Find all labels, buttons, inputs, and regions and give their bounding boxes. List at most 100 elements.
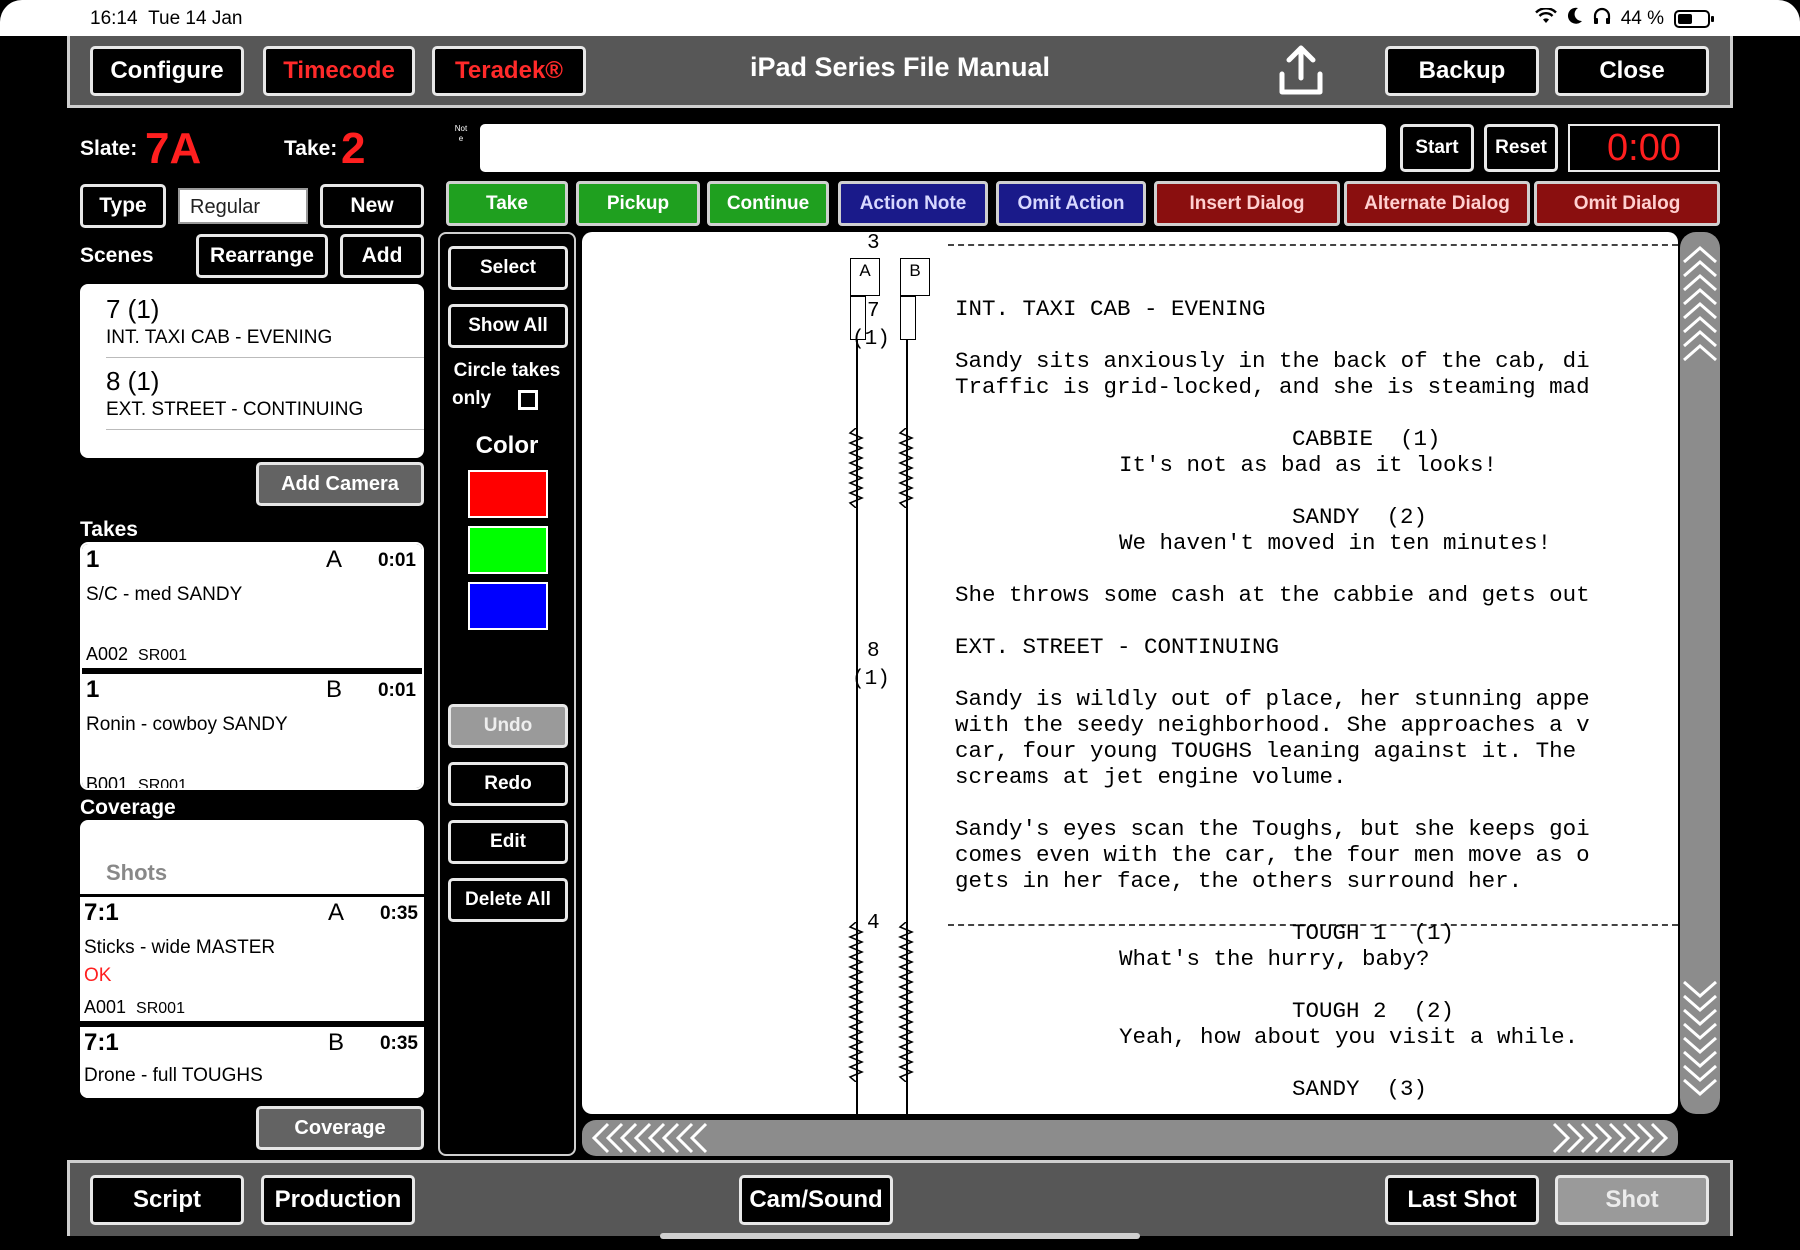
color-label: Color xyxy=(475,432,539,459)
scroll-up-chevrons-icon[interactable] xyxy=(1682,240,1718,370)
new-button[interactable]: New xyxy=(320,184,424,228)
show-all-button[interactable]: Show All xyxy=(448,304,568,348)
camera-b-label[interactable]: B xyxy=(900,258,930,296)
undo-button[interactable]: Undo xyxy=(448,704,568,748)
action-line: gets in her face, the others surround he… xyxy=(955,868,1523,894)
squiggle-a-1 xyxy=(848,428,864,508)
pickup-action-button[interactable]: Pickup xyxy=(576,181,700,226)
note-side-label: Note xyxy=(454,124,468,143)
scroll-down-chevrons-icon[interactable] xyxy=(1682,972,1718,1102)
scene-item[interactable]: 8 (1) EXT. STREET - CONTINUING xyxy=(106,366,424,430)
blue-color-swatch[interactable] xyxy=(468,582,548,630)
action-line: Traffic is grid-locked, and she is steam… xyxy=(955,374,1590,400)
alternate-dialog-button[interactable]: Alternate Dialog xyxy=(1344,181,1530,226)
scene-line-mark: 7 xyxy=(867,300,880,323)
rearrange-button[interactable]: Rearrange xyxy=(196,234,328,278)
last-shot-button[interactable]: Last Shot xyxy=(1385,1175,1539,1225)
character-name: TOUGH 2 (2) xyxy=(1292,998,1455,1024)
red-color-swatch[interactable] xyxy=(468,470,548,518)
battery-icon xyxy=(1674,10,1714,28)
character-name: SANDY (3) xyxy=(1292,1076,1428,1102)
headphones-icon xyxy=(1593,7,1611,31)
scene-heading: INT. TAXI CAB - EVENING xyxy=(955,296,1266,322)
script-page[interactable]: 3 A B 7 (1) 8 (1) 4 INT. TAXI CAB - EVEN… xyxy=(582,232,1678,1114)
shot-button[interactable]: Shot xyxy=(1555,1175,1709,1225)
status-bar: 16:14 Tue 14 Jan 44 % xyxy=(0,0,1800,36)
page-break-line xyxy=(948,244,1678,246)
take-line-start-b xyxy=(900,296,916,340)
take-value[interactable]: 2 xyxy=(341,124,365,174)
action-note-button[interactable]: Action Note xyxy=(838,181,988,226)
slate-value[interactable]: 7A xyxy=(145,124,201,174)
action-line: comes even with the car, the four men mo… xyxy=(955,842,1590,868)
scene-line-mark: (1) xyxy=(852,668,890,691)
coverage-button[interactable]: Coverage xyxy=(256,1106,424,1150)
redo-button[interactable]: Redo xyxy=(448,762,568,806)
green-color-swatch[interactable] xyxy=(468,526,548,574)
dialog-line: We haven't moved in ten minutes! xyxy=(1119,530,1552,556)
note-field[interactable] xyxy=(480,124,1386,172)
delete-all-button[interactable]: Delete All xyxy=(448,878,568,922)
coverage-label: Coverage xyxy=(80,796,176,819)
scene-item[interactable]: 7 (1) INT. TAXI CAB - EVENING xyxy=(106,294,424,358)
camera-a-label[interactable]: A xyxy=(850,258,880,296)
production-button[interactable]: Production xyxy=(261,1175,415,1225)
status-indicators: 44 % xyxy=(1534,7,1714,31)
take-card[interactable]: 1 B 0:01 Ronin - cowboy SANDY B001 SR001 xyxy=(82,674,422,788)
take-label: Take: xyxy=(284,137,338,160)
vertical-scrollbar[interactable] xyxy=(1680,232,1720,1114)
configure-button[interactable]: Configure xyxy=(90,46,244,96)
action-line: She throws some cash at the cabbie and g… xyxy=(955,582,1590,608)
coverage-shot-card[interactable]: 7:1 B 0:35 Drone - full TOUGHS xyxy=(80,1027,424,1098)
insert-dialog-button[interactable]: Insert Dialog xyxy=(1154,181,1340,226)
battery-percent: 44 % xyxy=(1620,8,1664,29)
timecode-button[interactable]: Timecode xyxy=(263,46,415,96)
add-camera-button[interactable]: Add Camera xyxy=(256,462,424,506)
tool-column: Select Show All Circle takes only Color … xyxy=(438,232,576,1156)
bottom-toolbar: Script Production Cam/Sound Last Shot Sh… xyxy=(67,1160,1733,1236)
character-name: TOUGH 1 (1) xyxy=(1292,920,1455,946)
action-line: with the seedy neighborhood. She approac… xyxy=(955,712,1590,738)
top-toolbar: iPad Series File Manual Configure Timeco… xyxy=(67,36,1733,108)
take-action-button[interactable]: Take xyxy=(446,181,568,226)
omit-dialog-button[interactable]: Omit Dialog xyxy=(1534,181,1720,226)
dialog-line: Yeah, how about you visit a while. xyxy=(1119,1024,1579,1050)
character-name: CABBIE (1) xyxy=(1292,426,1441,452)
select-button[interactable]: Select xyxy=(448,246,568,290)
scenes-list: 7 (1) INT. TAXI CAB - EVENING 8 (1) EXT.… xyxy=(80,284,424,458)
add-scene-button[interactable]: Add xyxy=(340,234,424,278)
circle-takes-label: Circle takes xyxy=(453,360,561,381)
close-button[interactable]: Close xyxy=(1555,46,1709,96)
edit-button[interactable]: Edit xyxy=(448,820,568,864)
scroll-left-chevrons-icon[interactable] xyxy=(588,1122,728,1154)
script-button[interactable]: Script xyxy=(90,1175,244,1225)
scroll-right-chevrons-icon[interactable] xyxy=(1532,1122,1672,1154)
circle-takes-checkbox[interactable] xyxy=(518,390,538,410)
circle-takes-only-label: only xyxy=(452,388,492,409)
moon-icon xyxy=(1567,7,1583,31)
squiggle-b-1 xyxy=(898,428,914,508)
action-line: screams at jet engine volume. xyxy=(955,764,1347,790)
scene-line-mark: 8 xyxy=(867,640,880,663)
omit-action-button[interactable]: Omit Action xyxy=(996,181,1146,226)
teradek-button[interactable]: Teradek® xyxy=(432,46,586,96)
page-mark: 3 xyxy=(867,232,880,255)
timer-display: 0:00 xyxy=(1568,124,1720,172)
timer-start-button[interactable]: Start xyxy=(1400,124,1474,172)
coverage-shot-card[interactable]: 7:1 A 0:35 Sticks - wide MASTER OK A001 S… xyxy=(80,897,424,1021)
cam-sound-button[interactable]: Cam/Sound xyxy=(739,1175,893,1225)
home-indicator[interactable] xyxy=(660,1233,1140,1239)
shots-label: Shots xyxy=(106,860,168,885)
backup-button[interactable]: Backup xyxy=(1385,46,1539,96)
dialog-line: It's not as bad as it looks! xyxy=(1119,452,1498,478)
coverage-list: Shots 7:1 A 0:35 Sticks - wide MASTER OK… xyxy=(80,820,424,1098)
share-icon[interactable] xyxy=(1276,44,1326,98)
continue-action-button[interactable]: Continue xyxy=(707,181,829,226)
scenes-label: Scenes xyxy=(80,244,154,267)
take-card[interactable]: 1 A 0:01 S/C - med SANDY A002 SR001 xyxy=(82,544,422,668)
horizontal-scrollbar[interactable] xyxy=(582,1120,1678,1156)
status-time: 16:14 Tue 14 Jan xyxy=(90,8,243,29)
type-field[interactable]: Regular xyxy=(178,188,308,224)
timer-reset-button[interactable]: Reset xyxy=(1484,124,1558,172)
type-button[interactable]: Type xyxy=(80,184,166,228)
